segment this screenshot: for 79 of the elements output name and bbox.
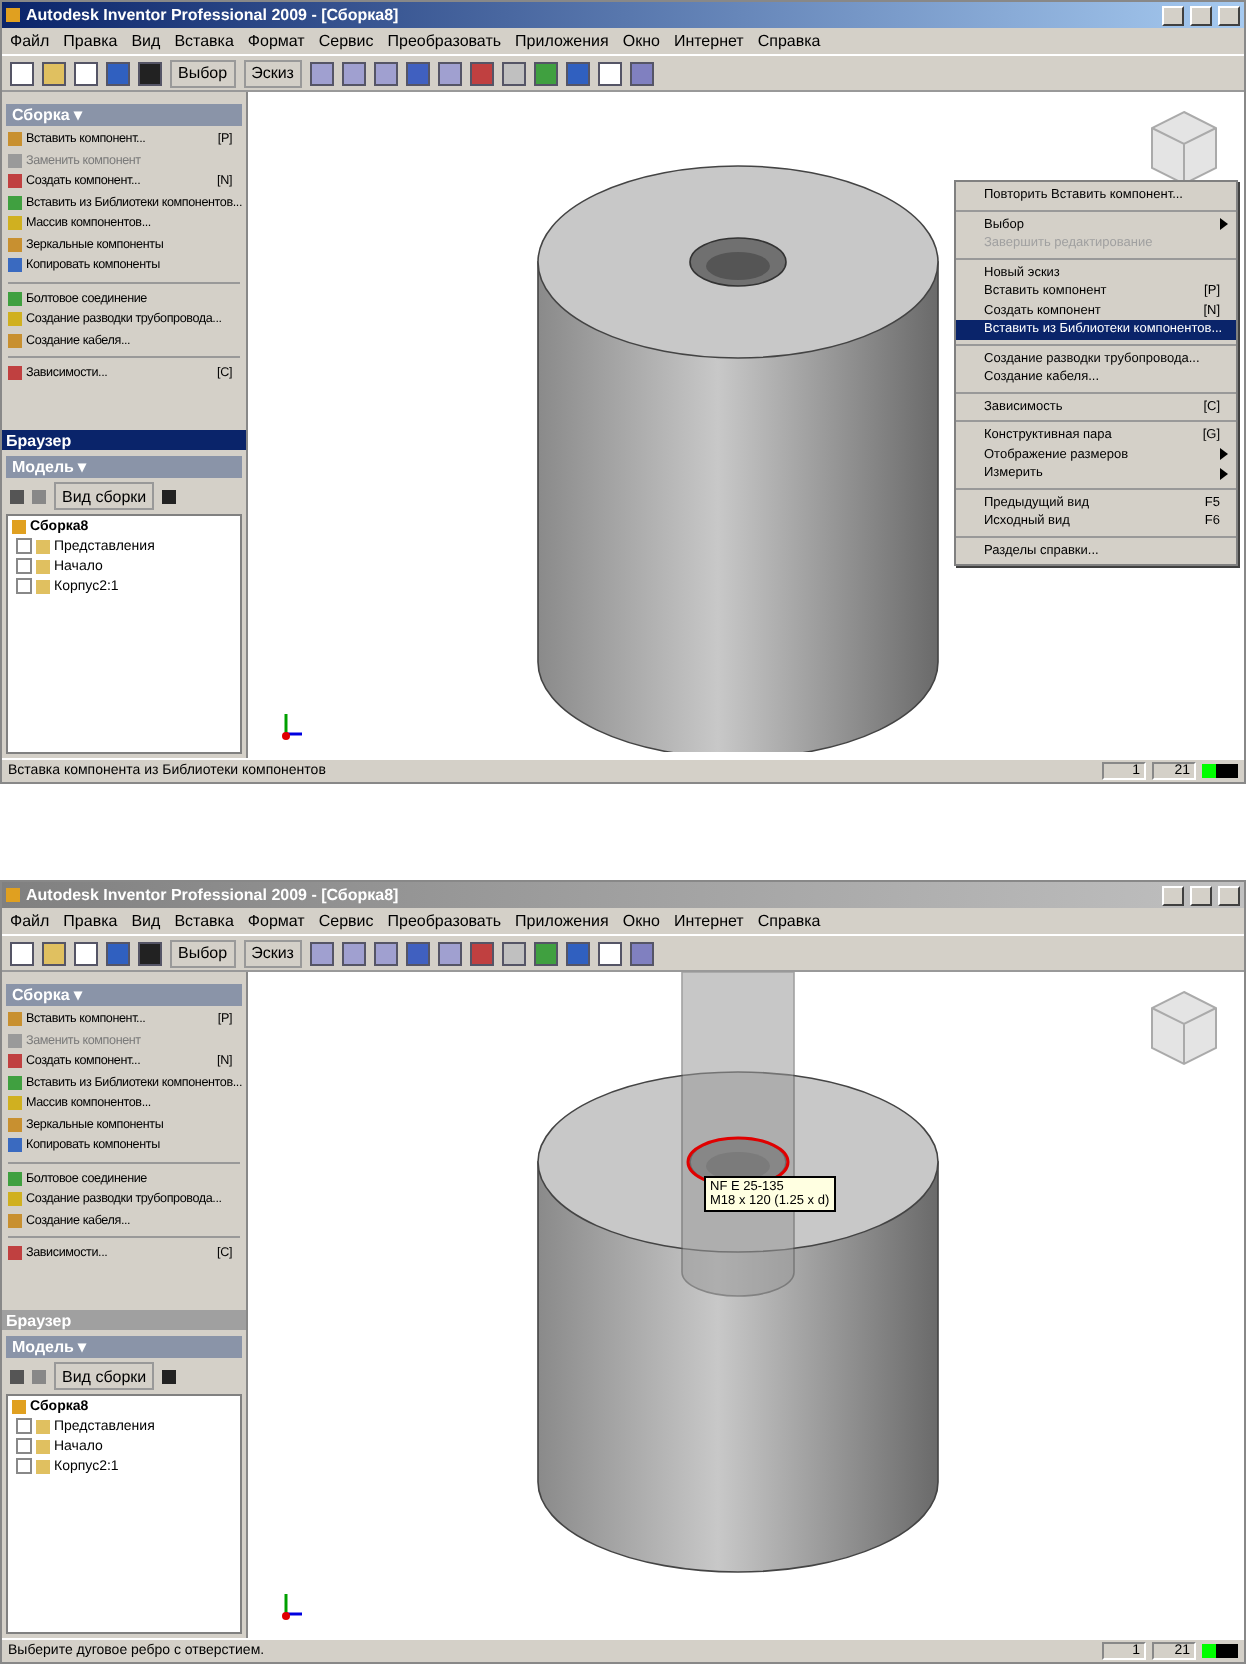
toolbar-icon[interactable] (341, 61, 366, 85)
menu-item[interactable]: Вставка (174, 32, 234, 50)
toolbar-icon[interactable] (437, 941, 462, 965)
menu-item[interactable]: Окно (622, 912, 660, 930)
app-icon (6, 8, 20, 22)
toolbar-icon[interactable] (501, 61, 526, 85)
toolbar-icon[interactable] (42, 61, 66, 85)
toolbar-icon[interactable] (341, 941, 366, 965)
toolbar-icon[interactable] (405, 941, 430, 965)
menu-item[interactable]: Вид (131, 912, 161, 930)
tool-icon (8, 1246, 22, 1261)
menu-item[interactable]: Сервис (318, 912, 374, 930)
browser-title-bar: Браузер (2, 430, 246, 450)
menu-item[interactable]: Правка (63, 912, 118, 930)
menu-item[interactable]: Файл (10, 32, 50, 50)
toolbar-icon[interactable] (106, 941, 130, 965)
toolbar-icon[interactable] (629, 941, 654, 965)
menu-item[interactable]: Справка (757, 32, 821, 50)
toolbar-icon[interactable] (597, 61, 622, 85)
toolbar-icon[interactable] (10, 61, 34, 85)
view-dropdown[interactable]: Вид сборки (54, 1362, 155, 1390)
activity-meter (1202, 1644, 1238, 1658)
menu-item[interactable]: Окно (622, 32, 660, 50)
toolbar-icon[interactable] (597, 941, 622, 965)
menu-item[interactable]: Правка (63, 32, 118, 50)
menu-item[interactable]: Формат (247, 912, 305, 930)
window-title: Autodesk Inventor Professional 2009 - [Сборка8] (26, 886, 401, 904)
toolbar-icon[interactable] (138, 941, 162, 965)
toolbar-icon[interactable] (373, 61, 398, 85)
toolbar-icon[interactable] (565, 61, 590, 85)
menu-item[interactable]: Интернет (673, 912, 744, 930)
menu-item[interactable]: Преобразовать (387, 32, 502, 50)
toolbar-icon[interactable] (138, 61, 162, 85)
axis-icon (276, 1590, 304, 1622)
menu-item[interactable]: Справка (757, 912, 821, 930)
menu-item[interactable]: Сервис (318, 32, 374, 50)
minimize-button[interactable] (1162, 885, 1184, 905)
toolbar-icon[interactable] (373, 941, 398, 965)
toolbar-icon[interactable] (309, 61, 334, 85)
toolbar-icon[interactable] (533, 941, 558, 965)
tool-icon (8, 366, 22, 381)
toolbar-icon[interactable] (309, 941, 334, 965)
toolbar-button[interactable]: Выбор (170, 939, 236, 967)
toolbar-icon[interactable] (469, 941, 494, 965)
close-button[interactable] (1218, 5, 1240, 25)
maximize-button[interactable] (1190, 5, 1212, 25)
toolbar-icon[interactable] (405, 61, 430, 85)
toolbar-icon[interactable] (565, 941, 590, 965)
menu-item[interactable]: Вставка (174, 912, 234, 930)
menu-item[interactable]: Формат (247, 32, 305, 50)
view-dropdown[interactable]: Вид сборки (54, 482, 155, 510)
toolbar-icon[interactable] (501, 941, 526, 965)
menu-item[interactable]: Интернет (673, 32, 744, 50)
toolbar-icon[interactable] (106, 61, 130, 85)
browser-title-bar: Браузер (2, 1310, 246, 1330)
minimize-button[interactable] (1162, 5, 1184, 25)
menu-item[interactable]: Вид (131, 32, 161, 50)
maximize-button[interactable] (1190, 885, 1212, 905)
toolbar-icon[interactable] (10, 941, 34, 965)
menu-item[interactable]: Приложения (515, 32, 609, 50)
toolbar-button[interactable]: Выбор (170, 59, 236, 87)
toolbar-icon[interactable] (74, 941, 98, 965)
toolbar-icon[interactable] (629, 61, 654, 85)
app-icon (6, 888, 20, 902)
toolbar-icon[interactable] (74, 61, 98, 85)
toolbar-icon[interactable] (42, 941, 66, 965)
menu-item[interactable]: Файл (10, 912, 50, 930)
toolbar-icon[interactable] (469, 61, 494, 85)
activity-meter (1202, 764, 1238, 778)
close-button[interactable] (1218, 885, 1240, 905)
submenu-arrow-icon (1220, 218, 1228, 231)
menu-item[interactable]: Приложения (515, 912, 609, 930)
menu-item[interactable]: Преобразовать (387, 912, 502, 930)
toolbar-icon[interactable] (437, 61, 462, 85)
toolbar-button[interactable]: Эскиз (243, 59, 302, 87)
axis-icon (276, 710, 304, 742)
toolbar-icon[interactable] (533, 61, 558, 85)
window-title: Autodesk Inventor Professional 2009 - [Сборка8] (26, 6, 401, 24)
toolbar-button[interactable]: Эскиз (243, 939, 302, 967)
